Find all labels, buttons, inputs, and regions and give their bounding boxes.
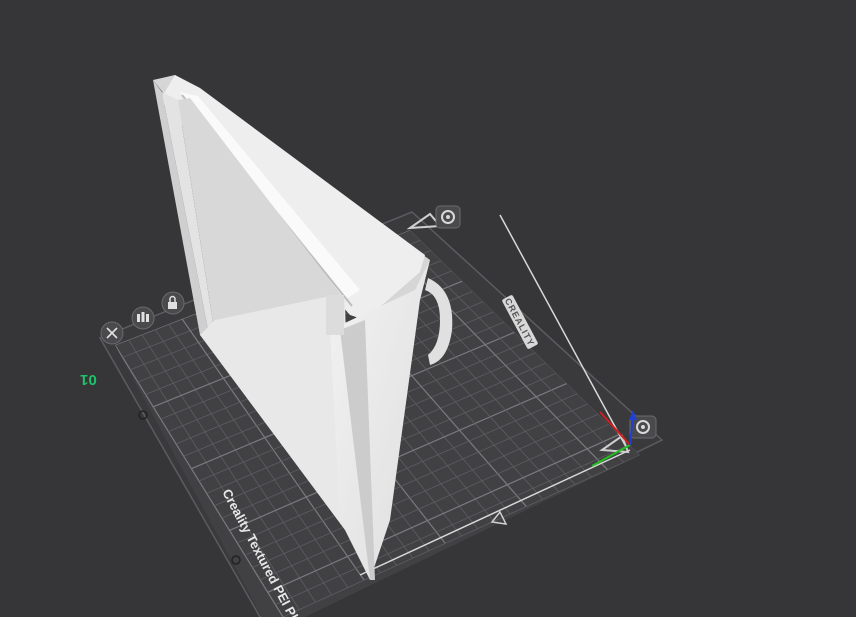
delete-plate-button[interactable] — [100, 321, 124, 345]
arrange-plate-button[interactable] — [131, 306, 155, 330]
plate-number-label: 01 — [80, 371, 97, 388]
scene-canvas[interactable]: CREALITY Creality Textured PEI Plate 01 — [0, 0, 856, 617]
plate-settings-button[interactable] — [435, 205, 461, 229]
lock-plate-button[interactable] — [161, 291, 185, 315]
3d-viewport[interactable]: CREALITY Creality Textured PEI Plate 01 — [0, 0, 856, 617]
